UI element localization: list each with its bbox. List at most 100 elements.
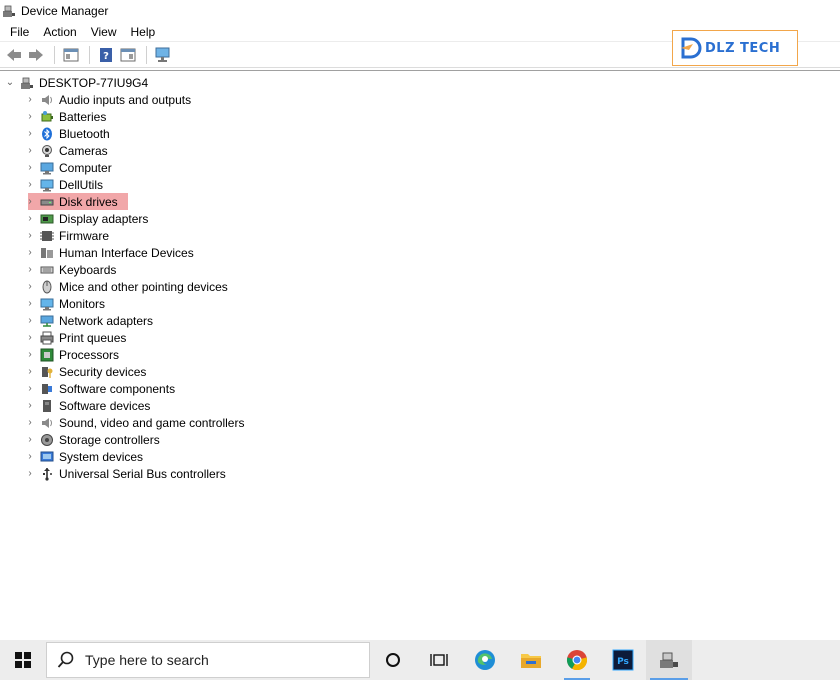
chrome-icon	[566, 650, 588, 671]
tree-item-software-devices[interactable]: › Software devices	[24, 397, 150, 414]
tree-item-batteries[interactable]: › Batteries	[24, 108, 106, 125]
cortana-circle-icon	[386, 653, 400, 667]
expand-chevron-icon[interactable]: ›	[24, 244, 36, 261]
menu-view[interactable]: View	[91, 24, 117, 40]
file-explorer-button[interactable]	[508, 640, 554, 680]
back-button[interactable]	[4, 45, 24, 65]
expand-chevron-icon[interactable]: ›	[24, 414, 36, 431]
menu-action[interactable]: Action	[43, 24, 76, 40]
root-label: DESKTOP-77IU9G4	[39, 75, 149, 90]
expand-chevron-icon[interactable]: ›	[24, 329, 36, 346]
scan-hardware-button[interactable]	[153, 45, 173, 65]
tree-item-system-devices[interactable]: › System devices	[24, 448, 143, 465]
expand-chevron-icon[interactable]: ›	[24, 227, 36, 244]
expand-chevron-icon[interactable]: ›	[24, 125, 36, 142]
tree-item-keyboards[interactable]: › Keyboards	[24, 261, 116, 278]
tree-item-disk-drives[interactable]: › Disk drives	[24, 193, 117, 210]
firmware-icon	[40, 229, 54, 243]
expand-chevron-icon[interactable]: ›	[24, 159, 36, 176]
expand-chevron-icon[interactable]: ›	[24, 210, 36, 227]
menu-file[interactable]: File	[10, 24, 29, 40]
tree-item-label: Processors	[59, 347, 120, 362]
scan-hardware-icon	[155, 47, 170, 62]
computer-icon	[40, 161, 54, 175]
photoshop-icon: Ps	[612, 649, 634, 671]
taskbar-search-box[interactable]: Type here to search	[46, 642, 370, 678]
tree-item-mice-and-other-pointing-devices[interactable]: › Mice and other pointing devices	[24, 278, 227, 295]
back-arrow-icon	[7, 48, 21, 61]
expand-chevron-icon[interactable]: ›	[24, 278, 36, 295]
tree-item-label: Sound, video and game controllers	[59, 415, 245, 430]
tree-item-dellutils[interactable]: › DellUtils	[24, 176, 103, 193]
bluetooth-icon	[40, 127, 54, 141]
device-tree: ⌄ DESKTOP-77IU9G4 › Audio inputs and outp…	[0, 70, 840, 620]
tree-item-label: Display adapters	[59, 211, 149, 226]
photoshop-button[interactable]: Ps	[600, 640, 646, 680]
tree-item-monitors[interactable]: › Monitors	[24, 295, 105, 312]
tree-root[interactable]: ⌄ DESKTOP-77IU9G4	[4, 74, 148, 91]
monitor-icon	[40, 297, 54, 311]
expand-chevron-icon[interactable]: ›	[24, 91, 36, 108]
software-component-icon	[40, 382, 54, 396]
cortana-button[interactable]	[370, 640, 416, 680]
speaker-icon	[40, 93, 54, 107]
device-manager-taskbar-button[interactable]	[646, 640, 692, 680]
expand-chevron-icon[interactable]: ›	[24, 193, 36, 210]
expand-chevron-icon[interactable]: ›	[24, 465, 36, 482]
help-button[interactable]: ?	[96, 45, 116, 65]
expand-chevron-icon[interactable]: ›	[24, 108, 36, 125]
tree-item-label: Software devices	[59, 398, 151, 413]
chrome-button[interactable]	[554, 640, 600, 680]
tree-item-computer[interactable]: › Computer	[24, 159, 111, 176]
expand-chevron-icon[interactable]: ›	[24, 363, 36, 380]
menu-help[interactable]: Help	[131, 24, 156, 40]
tree-item-firmware[interactable]: › Firmware	[24, 227, 109, 244]
keyboard-icon	[40, 263, 54, 277]
expand-chevron-icon[interactable]: ›	[24, 142, 36, 159]
window-title: Device Manager	[21, 4, 109, 18]
tree-item-label: Firmware	[59, 228, 109, 243]
tree-item-label: Print queues	[59, 330, 127, 345]
tree-item-universal-serial-bus-controllers[interactable]: › Universal Serial Bus controllers	[24, 465, 225, 482]
taskbar: Type here to search Ps	[0, 640, 840, 680]
expand-chevron-icon[interactable]: ›	[24, 448, 36, 465]
expand-chevron-icon[interactable]: ›	[24, 346, 36, 363]
tree-item-bluetooth[interactable]: › Bluetooth	[24, 125, 109, 142]
tree-item-sound-video-and-game-controllers[interactable]: › Sound, video and game controllers	[24, 414, 244, 431]
tree-item-label: Batteries	[59, 109, 107, 124]
tree-item-processors[interactable]: › Processors	[24, 346, 119, 363]
tree-item-software-components[interactable]: › Software components	[24, 380, 175, 397]
start-button[interactable]	[0, 640, 46, 680]
toolbar-separator	[146, 45, 147, 64]
show-hide-console-tree-button[interactable]	[61, 45, 81, 65]
edge-button[interactable]	[462, 640, 508, 680]
svg-text:?: ?	[103, 51, 109, 62]
expand-chevron-icon[interactable]: ›	[24, 295, 36, 312]
tree-item-storage-controllers[interactable]: › Storage controllers	[24, 431, 159, 448]
device-manager-window: Device Manager File Action View Help ? D…	[0, 0, 840, 638]
tree-item-display-adapters[interactable]: › Display adapters	[24, 210, 148, 227]
tree-item-security-devices[interactable]: › Security devices	[24, 363, 146, 380]
tree-item-network-adapters[interactable]: › Network adapters	[24, 312, 153, 329]
expand-chevron-icon[interactable]: ›	[24, 431, 36, 448]
printer-icon	[40, 331, 54, 345]
properties-button[interactable]	[118, 45, 138, 65]
disk-drive-icon	[40, 195, 54, 209]
task-view-button[interactable]	[416, 640, 462, 680]
search-placeholder: Type here to search	[85, 652, 209, 668]
expand-chevron-icon[interactable]: ›	[24, 380, 36, 397]
expand-chevron-icon[interactable]: ›	[24, 176, 36, 193]
tree-item-audio-inputs-and-outputs[interactable]: › Audio inputs and outputs	[24, 91, 191, 108]
expand-chevron-icon[interactable]: ›	[24, 312, 36, 329]
processor-icon	[40, 348, 54, 362]
tree-item-cameras[interactable]: › Cameras	[24, 142, 107, 159]
security-icon	[40, 365, 54, 379]
collapse-chevron-icon[interactable]: ⌄	[4, 74, 16, 91]
tree-item-human-interface-devices[interactable]: › Human Interface Devices	[24, 244, 194, 261]
expand-chevron-icon[interactable]: ›	[24, 397, 36, 414]
device-manager-taskbar-icon	[660, 652, 678, 668]
expand-chevron-icon[interactable]: ›	[24, 261, 36, 278]
tree-item-print-queues[interactable]: › Print queues	[24, 329, 126, 346]
forward-button[interactable]	[26, 45, 46, 65]
tree-item-label: Human Interface Devices	[59, 245, 194, 260]
